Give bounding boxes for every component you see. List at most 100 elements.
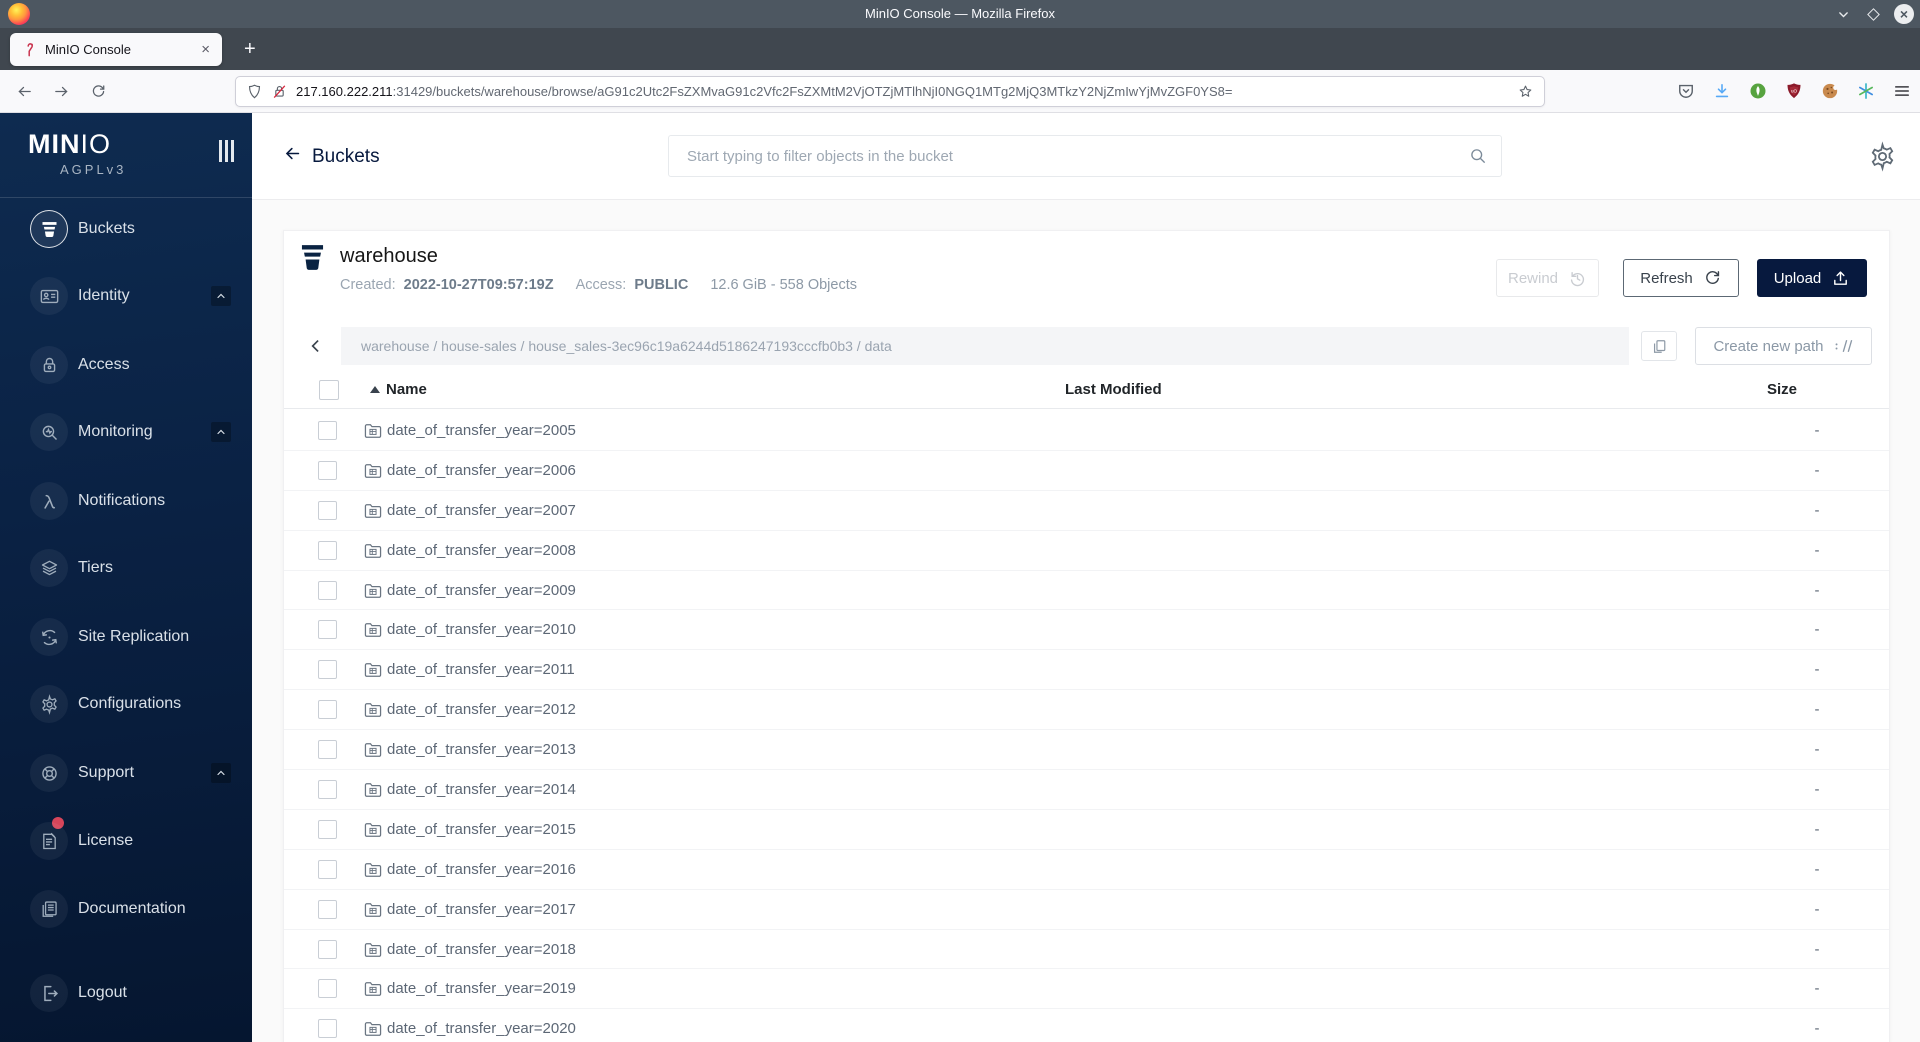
row-checkbox[interactable] bbox=[318, 460, 337, 480]
row-checkbox[interactable] bbox=[318, 939, 337, 959]
sidebar-item-license[interactable]: License bbox=[0, 817, 252, 860]
ublock-origin-icon[interactable]: uO bbox=[1783, 81, 1804, 102]
sidebar-item-documentation[interactable]: Documentation bbox=[0, 890, 252, 928]
row-checkbox[interactable] bbox=[318, 500, 337, 520]
row-checkbox[interactable] bbox=[318, 780, 337, 800]
table-row[interactable]: date_of_transfer_year=2010 - bbox=[284, 610, 1889, 651]
object-name[interactable]: date_of_transfer_year=2017 bbox=[387, 890, 576, 930]
row-checkbox[interactable] bbox=[318, 421, 337, 440]
sidebar-item-buckets[interactable]: Buckets bbox=[0, 210, 252, 248]
breadcrumb[interactable]: warehouse / house-sales / house_sales-3e… bbox=[341, 327, 1629, 365]
refresh-button[interactable]: Refresh bbox=[1623, 259, 1739, 297]
select-all-checkbox[interactable] bbox=[319, 380, 339, 400]
table-row[interactable]: date_of_transfer_year=2017 - bbox=[284, 890, 1889, 930]
table-row[interactable]: date_of_transfer_year=2007 - bbox=[284, 491, 1889, 531]
sidebar-item-site-replication[interactable]: Site Replication bbox=[0, 618, 252, 656]
object-name[interactable]: date_of_transfer_year=2008 bbox=[387, 531, 576, 571]
object-name[interactable]: date_of_transfer_year=2007 bbox=[387, 491, 576, 531]
row-checkbox[interactable] bbox=[318, 660, 337, 680]
table-row[interactable]: date_of_transfer_year=2013 - bbox=[284, 730, 1889, 771]
object-name[interactable]: date_of_transfer_year=2009 bbox=[387, 571, 576, 611]
insecure-lock-icon[interactable] bbox=[271, 83, 288, 100]
sidebar-item-identity[interactable]: Identity bbox=[0, 277, 252, 315]
column-last-modified[interactable]: Last Modified bbox=[1065, 371, 1162, 409]
path-back-chevron-icon[interactable] bbox=[306, 327, 330, 365]
copy-path-button[interactable] bbox=[1641, 331, 1677, 361]
table-row[interactable]: date_of_transfer_year=2019 - bbox=[284, 969, 1889, 1010]
browser-tab-minio-console[interactable]: MinIO Console × bbox=[10, 33, 222, 66]
sort-ascending-icon[interactable] bbox=[370, 386, 380, 393]
sidebar-item-support[interactable]: Support bbox=[0, 754, 252, 792]
object-name[interactable]: date_of_transfer_year=2016 bbox=[387, 850, 576, 890]
back-to-buckets-link[interactable]: Buckets bbox=[283, 113, 380, 200]
row-checkbox[interactable] bbox=[318, 540, 337, 560]
table-row[interactable]: date_of_transfer_year=2018 - bbox=[284, 930, 1889, 970]
chevron-up-icon[interactable] bbox=[211, 286, 231, 306]
object-name[interactable]: date_of_transfer_year=2005 bbox=[387, 411, 576, 451]
url-text[interactable]: 217.160.222.211:31429/buckets/warehouse/… bbox=[296, 84, 1517, 99]
column-size[interactable]: Size bbox=[1767, 371, 1797, 409]
url-bar[interactable]: 217.160.222.211:31429/buckets/warehouse/… bbox=[235, 76, 1545, 107]
tracking-shield-icon[interactable] bbox=[246, 83, 263, 100]
asterisk-extension-icon[interactable] bbox=[1855, 81, 1876, 102]
extension-green-icon[interactable] bbox=[1747, 81, 1768, 102]
tab-close-icon[interactable]: × bbox=[197, 41, 214, 58]
table-row[interactable]: date_of_transfer_year=2011 - bbox=[284, 650, 1889, 691]
object-name[interactable]: date_of_transfer_year=2014 bbox=[387, 770, 576, 810]
table-row[interactable]: date_of_transfer_year=2012 - bbox=[284, 690, 1889, 731]
object-name[interactable]: date_of_transfer_year=2020 bbox=[387, 1009, 576, 1042]
bookmark-star-icon[interactable] bbox=[1517, 83, 1534, 100]
window-close-icon[interactable]: × bbox=[1894, 4, 1914, 24]
object-name[interactable]: date_of_transfer_year=2010 bbox=[387, 610, 576, 650]
column-name[interactable]: Name bbox=[386, 371, 427, 409]
sidebar-item-notifications[interactable]: Notifications bbox=[0, 482, 252, 520]
object-name[interactable]: date_of_transfer_year=2006 bbox=[387, 451, 576, 491]
object-name[interactable]: date_of_transfer_year=2015 bbox=[387, 810, 576, 850]
sidebar-item-configurations[interactable]: Configurations bbox=[0, 685, 252, 723]
object-name[interactable]: date_of_transfer_year=2018 bbox=[387, 930, 576, 970]
rewind-button[interactable]: Rewind bbox=[1496, 259, 1599, 297]
row-checkbox[interactable] bbox=[318, 899, 337, 919]
table-row[interactable]: date_of_transfer_year=2015 - bbox=[284, 810, 1889, 850]
window-minimize-icon[interactable] bbox=[1834, 5, 1852, 23]
row-checkbox[interactable] bbox=[318, 819, 337, 839]
row-checkbox[interactable] bbox=[318, 580, 337, 600]
sidebar-item-access[interactable]: Access bbox=[0, 346, 252, 384]
table-row[interactable]: date_of_transfer_year=2006 - bbox=[284, 451, 1889, 491]
filter-objects-input[interactable] bbox=[668, 135, 1502, 177]
row-checkbox[interactable] bbox=[318, 859, 337, 879]
row-checkbox[interactable] bbox=[318, 979, 337, 999]
back-icon[interactable] bbox=[12, 79, 36, 103]
table-row[interactable]: date_of_transfer_year=2005 - bbox=[284, 411, 1889, 451]
upload-button[interactable]: Upload bbox=[1757, 259, 1867, 297]
table-row[interactable]: date_of_transfer_year=2009 - bbox=[284, 571, 1889, 611]
menu-hamburger-icon[interactable] bbox=[1891, 81, 1912, 102]
forward-icon[interactable] bbox=[49, 79, 73, 103]
row-checkbox[interactable] bbox=[318, 700, 337, 720]
table-row[interactable]: date_of_transfer_year=2020 - bbox=[284, 1009, 1889, 1042]
object-name[interactable]: date_of_transfer_year=2019 bbox=[387, 969, 576, 1009]
row-checkbox[interactable] bbox=[318, 620, 337, 640]
lambda-icon bbox=[30, 482, 68, 520]
sidebar-item-tiers[interactable]: Tiers bbox=[0, 549, 252, 587]
pocket-icon[interactable] bbox=[1675, 81, 1696, 102]
object-name[interactable]: date_of_transfer_year=2012 bbox=[387, 690, 576, 730]
sidebar-item-monitoring[interactable]: Monitoring bbox=[0, 413, 252, 451]
create-new-path-button[interactable]: Create new path bbox=[1695, 327, 1872, 365]
new-tab-button[interactable]: + bbox=[238, 36, 262, 62]
sidebar-item-logout[interactable]: Logout bbox=[0, 974, 252, 1012]
object-name[interactable]: date_of_transfer_year=2013 bbox=[387, 730, 576, 770]
row-checkbox[interactable] bbox=[318, 740, 337, 760]
download-icon[interactable] bbox=[1711, 81, 1732, 102]
chevron-up-icon[interactable] bbox=[211, 422, 231, 442]
chevron-up-icon[interactable] bbox=[211, 763, 231, 783]
table-row[interactable]: date_of_transfer_year=2016 - bbox=[284, 850, 1889, 890]
table-row[interactable]: date_of_transfer_year=2008 - bbox=[284, 531, 1889, 571]
table-row[interactable]: date_of_transfer_year=2014 - bbox=[284, 770, 1889, 810]
window-maximize-icon[interactable] bbox=[1864, 5, 1882, 23]
cookie-extension-icon[interactable] bbox=[1819, 81, 1840, 102]
settings-gear-icon[interactable] bbox=[1867, 141, 1898, 172]
reload-icon[interactable] bbox=[86, 79, 110, 103]
object-name[interactable]: date_of_transfer_year=2011 bbox=[387, 650, 575, 690]
row-checkbox[interactable] bbox=[318, 1019, 337, 1039]
